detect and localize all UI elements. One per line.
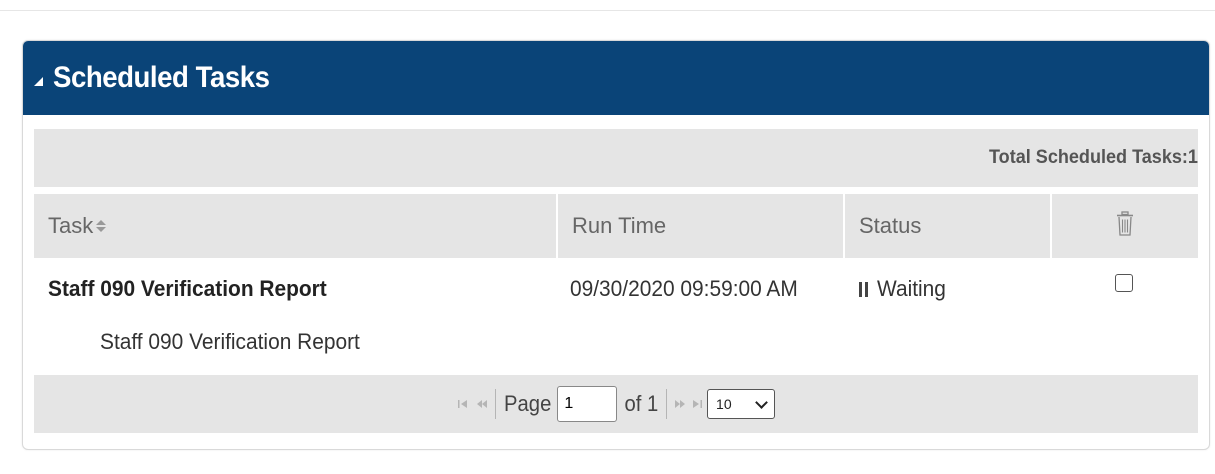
panel-header[interactable]: Scheduled Tasks	[23, 41, 1209, 115]
page-label: Page	[504, 391, 552, 416]
sort-icon[interactable]	[96, 220, 107, 232]
previous-page-icon[interactable]	[475, 397, 489, 411]
task-description: Staff 090 Verification Report	[100, 329, 360, 354]
next-page-icon[interactable]	[673, 397, 687, 411]
page-count-label: of 1	[624, 391, 659, 416]
summary-bar: Total Scheduled Tasks:1	[34, 129, 1198, 187]
top-divider	[0, 10, 1215, 11]
run-time-cell: 09/30/2020 09:59:00 AM	[556, 258, 843, 370]
pause-icon	[859, 281, 868, 297]
trash-icon[interactable]	[1116, 210, 1134, 242]
column-header-task[interactable]: Task	[34, 194, 556, 258]
task-name: Staff 090 Verification Report	[48, 276, 327, 301]
pager-separator	[494, 389, 496, 419]
total-scheduled-tasks: Total Scheduled Tasks:1	[989, 147, 1198, 168]
column-header-run-time: Run Time	[556, 194, 843, 258]
chevron-down-icon	[755, 395, 768, 409]
column-header-task-label: Task	[48, 213, 94, 238]
collapse-triangle-icon[interactable]	[34, 76, 43, 86]
pager: Page of 1 10	[34, 375, 1198, 433]
last-page-icon[interactable]	[691, 397, 703, 411]
column-header-status-label: Status	[859, 213, 922, 238]
panel-title: Scheduled Tasks	[53, 61, 270, 94]
pager-separator	[666, 389, 668, 419]
status-cell: Waiting	[843, 258, 1050, 370]
column-header-run-time-label: Run Time	[572, 213, 667, 238]
column-header-status: Status	[843, 194, 1050, 258]
select-cell	[1050, 258, 1198, 370]
grid-header: Task Run Time Status	[34, 194, 1198, 258]
scheduled-tasks-panel: Scheduled Tasks Total Scheduled Tasks:1 …	[22, 40, 1210, 450]
first-page-icon[interactable]	[457, 397, 469, 411]
page-size-value: 10	[716, 396, 732, 412]
row-select-checkbox[interactable]	[1115, 274, 1133, 292]
page-size-select[interactable]: 10	[707, 389, 776, 419]
column-header-delete	[1050, 194, 1198, 258]
status-value: Waiting	[877, 276, 946, 301]
table-row: Staff 090 Verification Report 09/30/2020…	[34, 258, 1198, 370]
run-time-value: 09/30/2020 09:59:00 AM	[570, 276, 798, 301]
page-number-input[interactable]	[557, 386, 618, 422]
